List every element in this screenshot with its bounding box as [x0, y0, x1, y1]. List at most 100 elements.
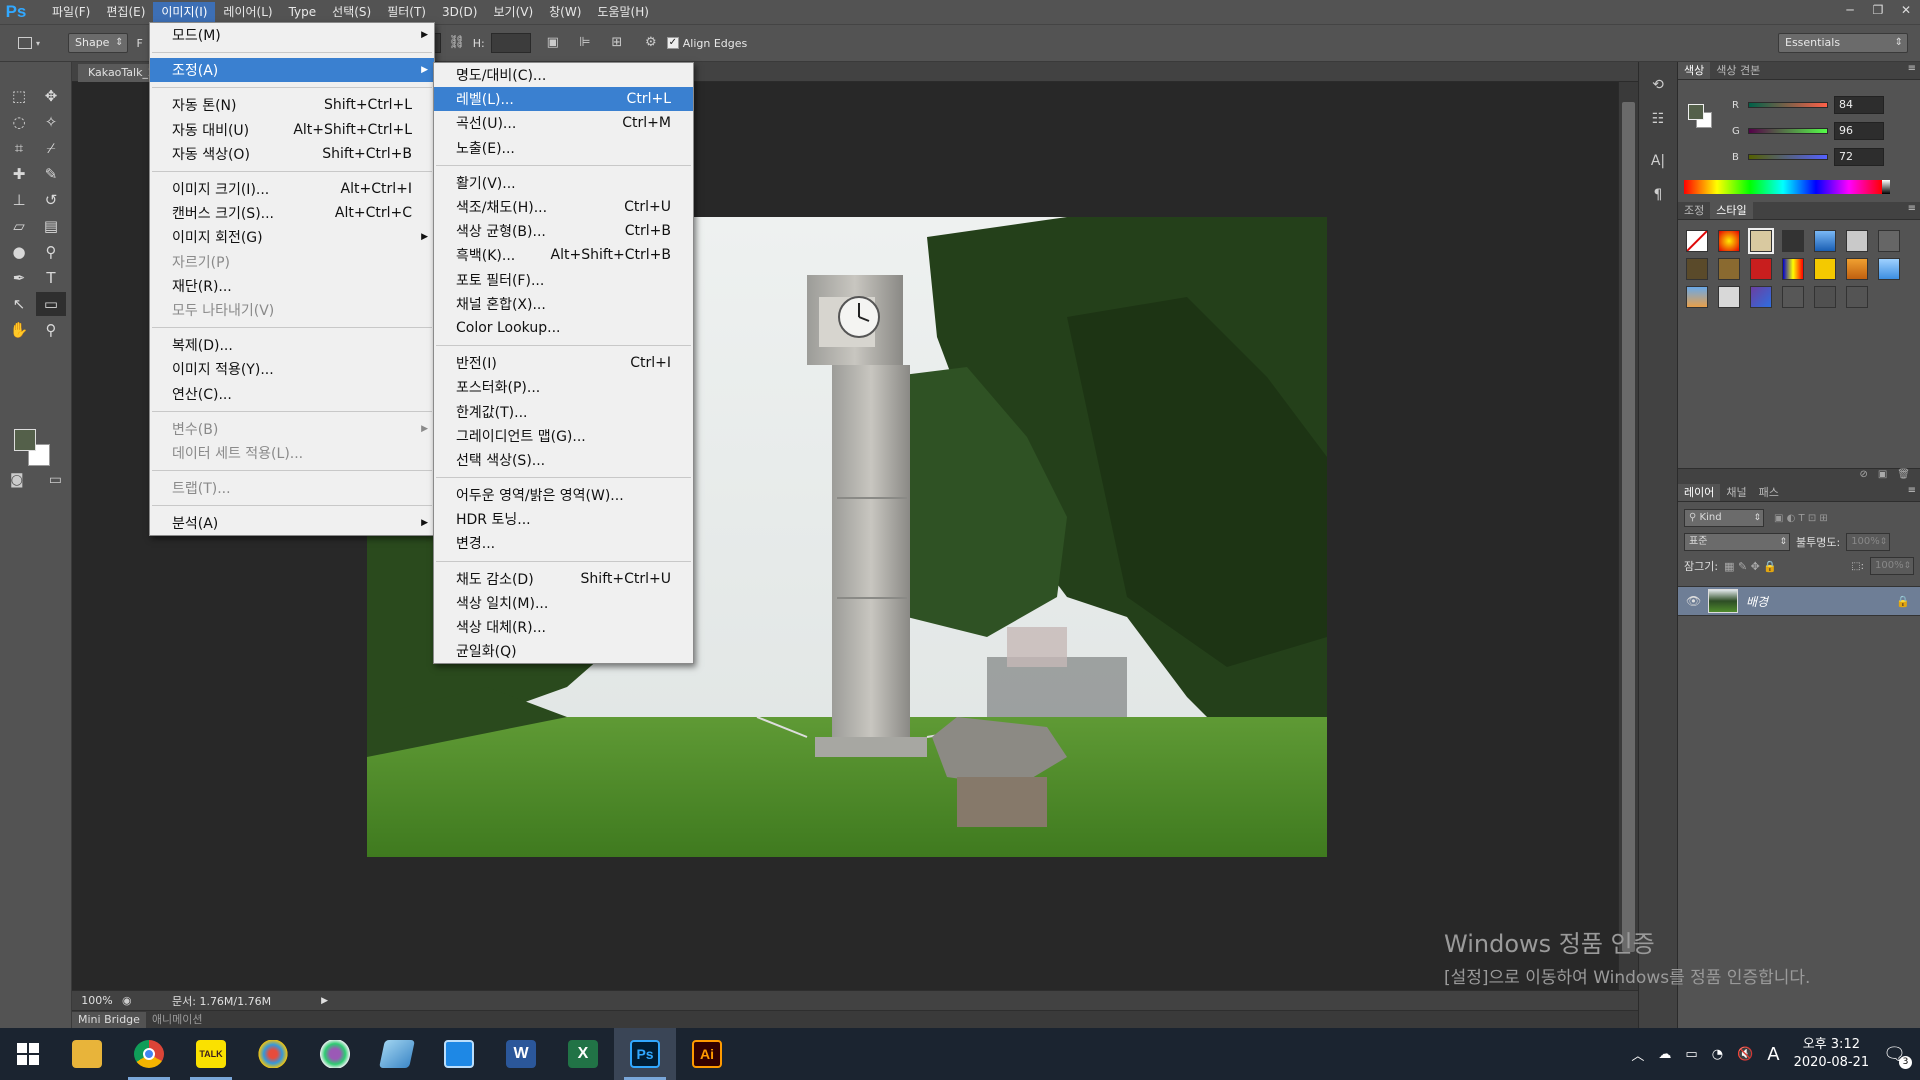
adjust-menu-item-15[interactable]: 한계값(T)... [434, 399, 693, 423]
close-icon[interactable]: ✕ [1892, 0, 1920, 20]
lock-options-icons[interactable]: ▦ ✎ ✥ 🔒 [1724, 560, 1777, 573]
taskbar-notepad[interactable] [366, 1028, 428, 1080]
style-swatch[interactable] [1782, 230, 1804, 252]
style-swatch[interactable] [1686, 286, 1708, 308]
blend-mode-dropdown[interactable]: 표준 [1684, 533, 1790, 551]
style-swatch[interactable] [1750, 258, 1772, 280]
image-menu-item-10[interactable]: 이미지 회전(G) ▶ [150, 225, 434, 249]
image-menu-item-6[interactable]: 자동 색상(O) Shift+Ctrl+B [150, 142, 434, 166]
ime-indicator[interactable]: A [1767, 1044, 1779, 1065]
tab-color[interactable]: 색상 [1678, 62, 1711, 79]
styles-panel-menu-icon[interactable]: ≡ [1908, 203, 1916, 214]
adjust-menu-item-13[interactable]: 반전(I) Ctrl+I [434, 351, 693, 375]
image-menu-item-12[interactable]: 재단(R)... [150, 274, 434, 298]
crop-tool-icon[interactable]: ⌗ [4, 136, 34, 160]
image-menu-item-24[interactable]: 분석(A) ▶ [150, 511, 434, 535]
green-value-field[interactable]: 96 [1834, 122, 1884, 140]
adjust-menu-item-2[interactable]: 곡선(U)... Ctrl+M [434, 111, 693, 135]
onedrive-cloud-icon[interactable]: ☁ [1658, 1047, 1671, 1062]
minimize-icon[interactable]: ─ [1836, 0, 1864, 20]
adjust-menu-item-3[interactable]: 노출(E)... [434, 136, 693, 160]
tab-swatches[interactable]: 색상 견본 [1710, 62, 1766, 79]
paragraph-panel-icon[interactable]: ¶ [1644, 182, 1672, 208]
clear-style-icon[interactable]: ⊘ [1859, 469, 1867, 484]
vertical-scrollbar[interactable] [1618, 82, 1638, 990]
zoom-tool-icon[interactable]: ⚲ [36, 318, 66, 342]
menu-item-4[interactable]: Type [281, 2, 325, 22]
menu-item-7[interactable]: 3D(D) [434, 2, 485, 22]
image-menu-item-17[interactable]: 연산(C)... [150, 381, 434, 405]
taskbar-kakaotalk[interactable]: TALK [180, 1028, 242, 1080]
adjust-menu-item-17[interactable]: 선택 색상(S)... [434, 448, 693, 472]
delete-style-icon[interactable]: 🗑 [1897, 469, 1910, 484]
style-swatch[interactable] [1782, 286, 1804, 308]
adjust-menu-item-16[interactable]: 그레이디언트 맵(G)... [434, 424, 693, 448]
path-selection-tool-icon[interactable]: ↖ [4, 292, 34, 316]
opacity-field[interactable]: 100% [1846, 533, 1891, 551]
hand-tool-icon[interactable]: ✋ [4, 318, 34, 342]
blur-tool-icon[interactable]: ● [4, 240, 34, 264]
menu-item-3[interactable]: 레이어(L) [215, 2, 280, 22]
adjust-menu-item-21[interactable]: 변경... [434, 531, 693, 555]
rectangle-tool-icon[interactable]: ▭ [36, 292, 66, 316]
image-menu-item-4[interactable]: 자동 톤(N) Shift+Ctrl+L [150, 93, 434, 117]
style-swatch[interactable] [1814, 286, 1836, 308]
green-slider[interactable] [1748, 128, 1828, 134]
style-swatch[interactable] [1846, 230, 1868, 252]
clock[interactable]: 오후 3:12 2020-08-21 [1794, 1036, 1870, 1072]
adjust-menu-item-24[interactable]: 색상 일치(M)... [434, 591, 693, 615]
tab-paths[interactable]: 패스 [1753, 484, 1785, 501]
menu-item-9[interactable]: 창(W) [541, 2, 589, 22]
battery-icon[interactable]: ▭ [1685, 1047, 1697, 1062]
healing-brush-tool-icon[interactable]: ✚ [4, 162, 34, 186]
gear-icon[interactable]: ⚙ [641, 33, 661, 53]
layer-background[interactable]: 👁 배경 🔒 [1678, 586, 1920, 616]
dodge-tool-icon[interactable]: ⚲ [36, 240, 66, 264]
adjust-menu-item-19[interactable]: 어두운 영역/밝은 영역(W)... [434, 483, 693, 507]
image-menu-item-2[interactable]: 조정(A) ▶ [150, 58, 434, 83]
quick-mask-icon[interactable]: ◙ [10, 472, 24, 488]
menu-item-0[interactable]: 파일(F) [44, 2, 98, 22]
style-swatch[interactable] [1814, 258, 1836, 280]
scroll-thumb[interactable] [1622, 102, 1635, 952]
image-menu-item-9[interactable]: 캔버스 크기(S)... Alt+Ctrl+C [150, 201, 434, 225]
properties-panel-icon[interactable]: ☷ [1644, 106, 1672, 132]
image-menu-item-0[interactable]: 모드(M) ▶ [150, 23, 434, 47]
tab-animation[interactable]: 애니메이션 [146, 1012, 209, 1028]
status-info-icon[interactable]: ◉ [122, 994, 142, 1007]
tab-mini-bridge[interactable]: Mini Bridge [72, 1011, 146, 1028]
stamp-tool-icon[interactable]: ⊥ [4, 188, 34, 212]
chevron-up-icon[interactable]: ︿ [1631, 1045, 1644, 1064]
image-menu-item-5[interactable]: 자동 대비(U) Alt+Shift+Ctrl+L [150, 118, 434, 142]
color-panel-foreground-swatch[interactable] [1688, 104, 1704, 120]
history-panel-icon[interactable]: ⟲ [1644, 72, 1672, 98]
style-swatch[interactable] [1686, 230, 1708, 252]
style-swatch[interactable] [1846, 258, 1868, 280]
brush-tool-icon[interactable]: ✎ [36, 162, 66, 186]
align-edges-checkbox[interactable]: ✓ [666, 37, 679, 49]
image-menu-item-15[interactable]: 복제(D)... [150, 333, 434, 357]
eye-icon[interactable]: 👁 [1686, 594, 1701, 608]
start-button[interactable] [0, 1028, 56, 1080]
layer-filter-icons[interactable]: ▣ ◐ T ⊡ ⊞ [1774, 513, 1828, 524]
tab-channels[interactable]: 채널 [1720, 484, 1752, 501]
adjust-menu-item-20[interactable]: HDR 토닝... [434, 507, 693, 531]
adjust-menu-item-11[interactable]: Color Lookup... [434, 316, 693, 340]
taskbar-illustrator[interactable]: Ai [676, 1028, 738, 1080]
black-white-ramp[interactable] [1882, 180, 1890, 194]
tab-layers[interactable]: 레이어 [1678, 484, 1721, 501]
tool-preset-picker[interactable]: ▾ [18, 31, 58, 55]
menu-item-2[interactable]: 이미지(I) [153, 2, 216, 22]
adjust-menu-item-26[interactable]: 균일화(Q) [434, 639, 693, 663]
layers-panel-menu-icon[interactable]: ≡ [1908, 485, 1916, 496]
style-swatch[interactable] [1878, 230, 1900, 252]
adjust-menu-item-5[interactable]: 활기(V)... [434, 171, 693, 195]
path-arrangement-icon[interactable]: ⊞ [607, 33, 627, 53]
wifi-icon[interactable]: ◔ [1712, 1047, 1723, 1062]
style-swatch[interactable] [1686, 258, 1708, 280]
tab-adjustments[interactable]: 조정 [1678, 202, 1710, 219]
screen-mode-icon[interactable]: ▭ [49, 472, 62, 488]
panel-menu-icon[interactable]: ≡ [1908, 63, 1916, 74]
taskbar-photoshop[interactable]: Ps [614, 1028, 676, 1080]
eraser-tool-icon[interactable]: ▱ [4, 214, 34, 238]
